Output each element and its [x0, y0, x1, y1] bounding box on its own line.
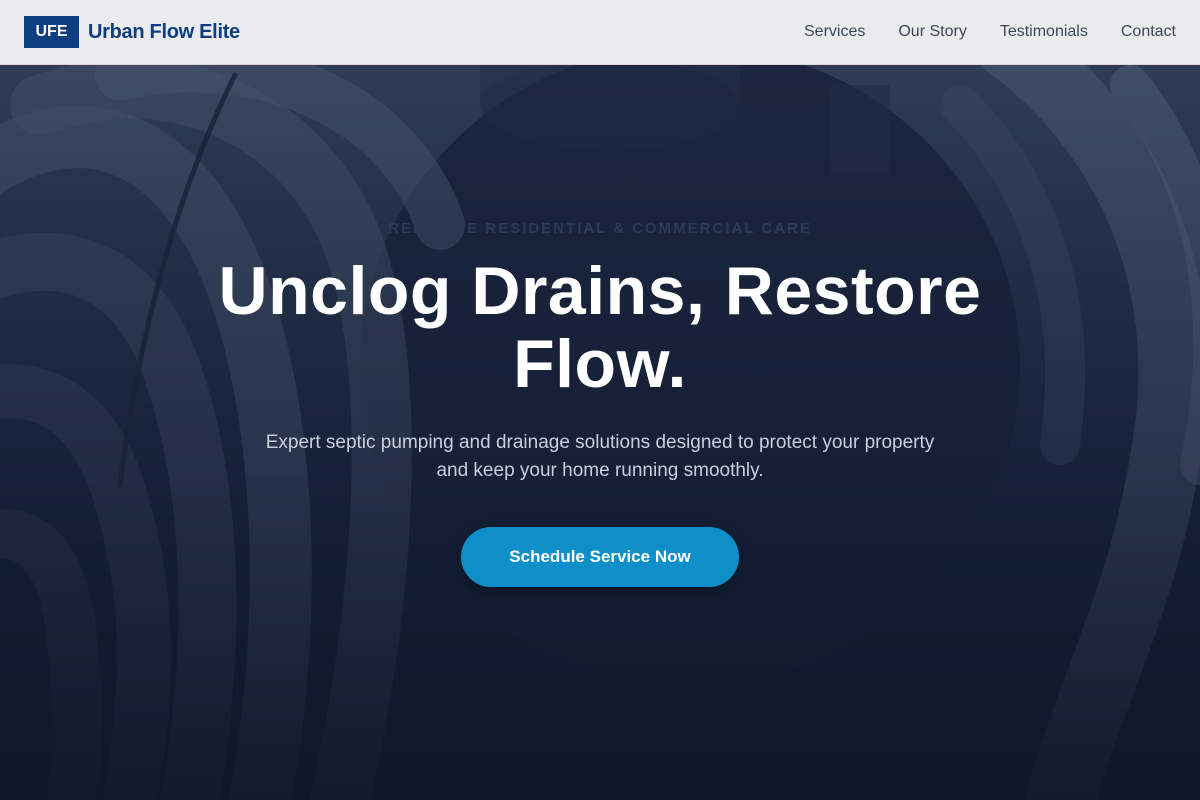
hero-eyebrow: Reliable Residential & Commercial Care [388, 220, 812, 237]
nav-link-contact[interactable]: Contact [1121, 23, 1176, 41]
hero-content: Reliable Residential & Commercial Care U… [0, 220, 1200, 587]
main-nav: Services Our Story Testimonials Contact [804, 23, 1176, 41]
brand-name[interactable]: Urban Flow Elite [88, 21, 240, 44]
hero-section: Reliable Residential & Commercial Care U… [0, 65, 1200, 800]
site-header: UFE Urban Flow Elite Services Our Story … [0, 0, 1200, 65]
nav-link-testimonials[interactable]: Testimonials [1000, 23, 1088, 41]
hero-headline: Unclog Drains, Restore Flow. [218, 253, 982, 402]
hero-subhead: Expert septic pumping and drainage solut… [265, 432, 935, 481]
nav-link-our-story[interactable]: Our Story [898, 23, 966, 41]
nav-link-services[interactable]: Services [804, 23, 865, 41]
brand[interactable]: UFE Urban Flow Elite [24, 16, 240, 48]
schedule-service-button[interactable]: Schedule Service Now [461, 527, 739, 587]
brand-logo[interactable]: UFE [24, 16, 79, 48]
